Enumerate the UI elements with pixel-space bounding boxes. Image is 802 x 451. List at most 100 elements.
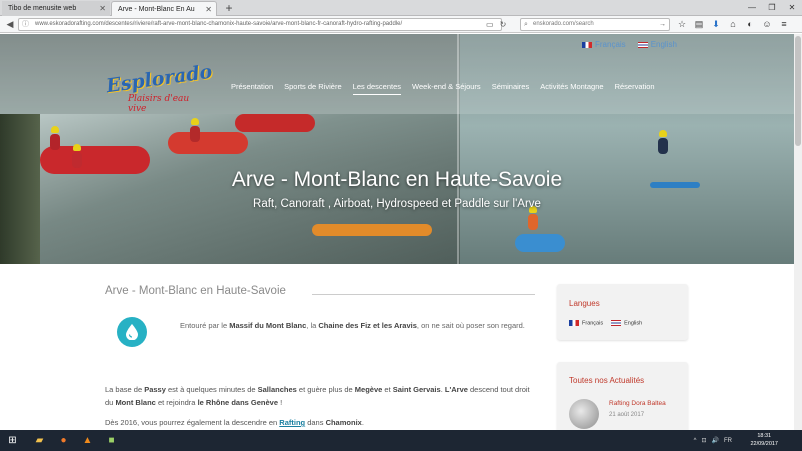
reload-icon[interactable]: ↻ xyxy=(500,19,507,30)
bold-text: L'Arve xyxy=(444,385,468,394)
logo-name: Esplorado xyxy=(104,60,214,98)
languages-widget: Langues Français English xyxy=(557,284,688,340)
widget-title: Toutes nos Actualités xyxy=(569,376,645,385)
water-drop-icon xyxy=(117,317,147,347)
browser-tools: ☆ ▤ ⬇ ⌂ ◐ ☺ ≡ xyxy=(676,18,790,30)
search-text: enskorado.com/search xyxy=(533,21,594,27)
helmet-shape xyxy=(51,126,59,133)
rafter-figure xyxy=(190,126,200,142)
lang-label: English xyxy=(624,320,643,327)
back-icon[interactable]: ◀ xyxy=(4,18,16,30)
france-flag-icon xyxy=(582,41,592,48)
rafter-figure xyxy=(50,134,60,150)
widget-language-list: Français English xyxy=(569,320,642,326)
rafting-link[interactable]: Rafting xyxy=(279,418,305,427)
news-widget: Toutes nos Actualités Rafting Dora Balte… xyxy=(557,362,688,430)
text-span: et rejoindra xyxy=(155,398,198,407)
bookmark-star-icon[interactable]: ☆ xyxy=(676,18,688,30)
close-tab-icon[interactable]: ✕ xyxy=(99,1,106,16)
app-icon[interactable]: ■ xyxy=(104,433,119,448)
uk-flag-icon xyxy=(611,320,622,326)
bold-text: le Rhône dans Genève xyxy=(197,398,279,407)
os-taskbar: ⊞ ▰ ● ▲ ■ ^ ⊡ 🔊 FR 18:31 22/09/2017 xyxy=(0,430,802,451)
widget-title: Langues xyxy=(569,299,600,308)
home-icon[interactable]: ⌂ xyxy=(727,18,739,30)
tab-label: Arve - Mont-Blanc En Au xyxy=(118,6,195,13)
nav-seminaires[interactable]: Séminaires xyxy=(492,82,530,95)
minimize-button[interactable]: — xyxy=(742,0,762,16)
rafter-figure xyxy=(72,152,82,168)
paragraph-chamonix: Dès 2016, vous pourrez également la desc… xyxy=(105,416,537,429)
search-input[interactable]: ⌕ enskorado.com/search → xyxy=(520,18,670,31)
uk-flag-icon xyxy=(637,41,648,48)
volume-icon[interactable]: 🔊 xyxy=(712,437,719,444)
file-explorer-icon[interactable]: ▰ xyxy=(32,433,47,448)
info-icon[interactable]: ⓘ xyxy=(22,19,29,30)
close-tab-icon[interactable]: ✕ xyxy=(205,2,212,16)
lang-label: Français xyxy=(595,40,626,49)
reader-view-icon[interactable]: ▭ xyxy=(486,19,494,30)
network-icon[interactable]: ⊡ xyxy=(701,437,706,444)
news-thumbnail[interactable] xyxy=(569,399,599,429)
helmet-shape xyxy=(73,144,81,151)
intro-paragraph: Entouré par le Massif du Mont Blanc, la … xyxy=(180,319,535,332)
text-span: Entouré par le xyxy=(180,321,230,330)
tray-chevron-icon[interactable]: ^ xyxy=(694,438,697,444)
page-scrollbar[interactable] xyxy=(794,34,802,430)
keyboard-language[interactable]: FR xyxy=(724,438,732,444)
pocket-icon[interactable]: ◐ xyxy=(744,18,756,30)
maximize-button[interactable]: ❐ xyxy=(762,0,782,16)
raft-shape xyxy=(168,132,248,154)
clock-time: 18:31 xyxy=(757,433,772,439)
news-item-link[interactable]: Rafting Dora Baltea xyxy=(609,400,666,407)
nav-reservation[interactable]: Réservation xyxy=(615,82,655,95)
system-tray: ^ ⊡ 🔊 FR xyxy=(694,430,732,451)
address-bar[interactable]: ⓘ www.eskoradorafting.com/descentes/rivi… xyxy=(18,18,502,31)
paddler-figure xyxy=(658,138,668,154)
bold-text: Chaine des Fiz et les Aravis xyxy=(318,321,417,330)
hero-subtitle: Raft, Canoraft , Airboat, Hydrospeed et … xyxy=(253,198,541,210)
airboat-shape xyxy=(312,224,432,236)
search-go-icon[interactable]: → xyxy=(659,19,666,30)
windows-start-icon[interactable]: ⊞ xyxy=(5,433,20,448)
widget-lang-fr[interactable]: Français xyxy=(569,320,603,326)
nav-sports-riviere[interactable]: Sports de Rivière xyxy=(284,82,342,95)
nav-presentation[interactable]: Présentation xyxy=(231,82,273,95)
nav-weekend-sejours[interactable]: Week-end & Séjours xyxy=(412,82,481,95)
nav-descentes[interactable]: Les descentes xyxy=(352,82,402,95)
paragraph-location: La base de Passy est à quelques minutes … xyxy=(105,383,537,409)
close-window-button[interactable]: ✕ xyxy=(782,0,802,16)
hero-banner: Français English Esplorado Plaisirs d'ea… xyxy=(0,34,794,264)
nav-activites-montagne[interactable]: Activités Montagne xyxy=(540,82,603,95)
helmet-shape xyxy=(659,130,667,137)
text-span: , la xyxy=(306,321,319,330)
lang-fr-link[interactable]: Français xyxy=(582,40,626,49)
browser-tab-inactive[interactable]: Tibo de menusite web ✕ xyxy=(2,1,110,16)
download-icon[interactable]: ⬇ xyxy=(710,18,722,30)
library-icon[interactable]: ▤ xyxy=(693,18,705,30)
bold-text: Passy xyxy=(144,385,166,394)
bold-text: Massif du Mont Blanc xyxy=(229,321,307,330)
lang-en-link[interactable]: English xyxy=(637,40,677,49)
news-date: 21 août 2017 xyxy=(609,412,645,418)
widget-lang-en[interactable]: English xyxy=(611,320,642,326)
bold-text: Saint Gervais xyxy=(392,385,441,394)
vlc-icon[interactable]: ▲ xyxy=(80,433,95,448)
firefox-icon[interactable]: ● xyxy=(56,433,71,448)
bold-text: Chamonix xyxy=(325,418,362,427)
france-flag-icon xyxy=(569,320,579,326)
site-logo[interactable]: Esplorado Plaisirs d'eau vive xyxy=(105,60,214,114)
new-tab-button[interactable]: + xyxy=(222,0,236,16)
bold-text: Mont Blanc xyxy=(115,398,156,407)
system-clock[interactable]: 18:31 22/09/2017 xyxy=(750,432,778,448)
scrollbar-thumb[interactable] xyxy=(795,36,801,146)
url-actions: ▭ ↻ xyxy=(486,19,506,30)
sync-icon[interactable]: ☺ xyxy=(761,18,773,30)
browser-tab-active[interactable]: Arve - Mont-Blanc En Au ✕ xyxy=(111,1,217,16)
clock-date: 22/09/2017 xyxy=(750,441,778,447)
menu-icon[interactable]: ≡ xyxy=(778,18,790,30)
raft-shape xyxy=(235,114,315,132)
text-span: . xyxy=(361,418,364,427)
helmet-shape xyxy=(191,118,199,125)
text-span: La base de xyxy=(105,385,145,394)
